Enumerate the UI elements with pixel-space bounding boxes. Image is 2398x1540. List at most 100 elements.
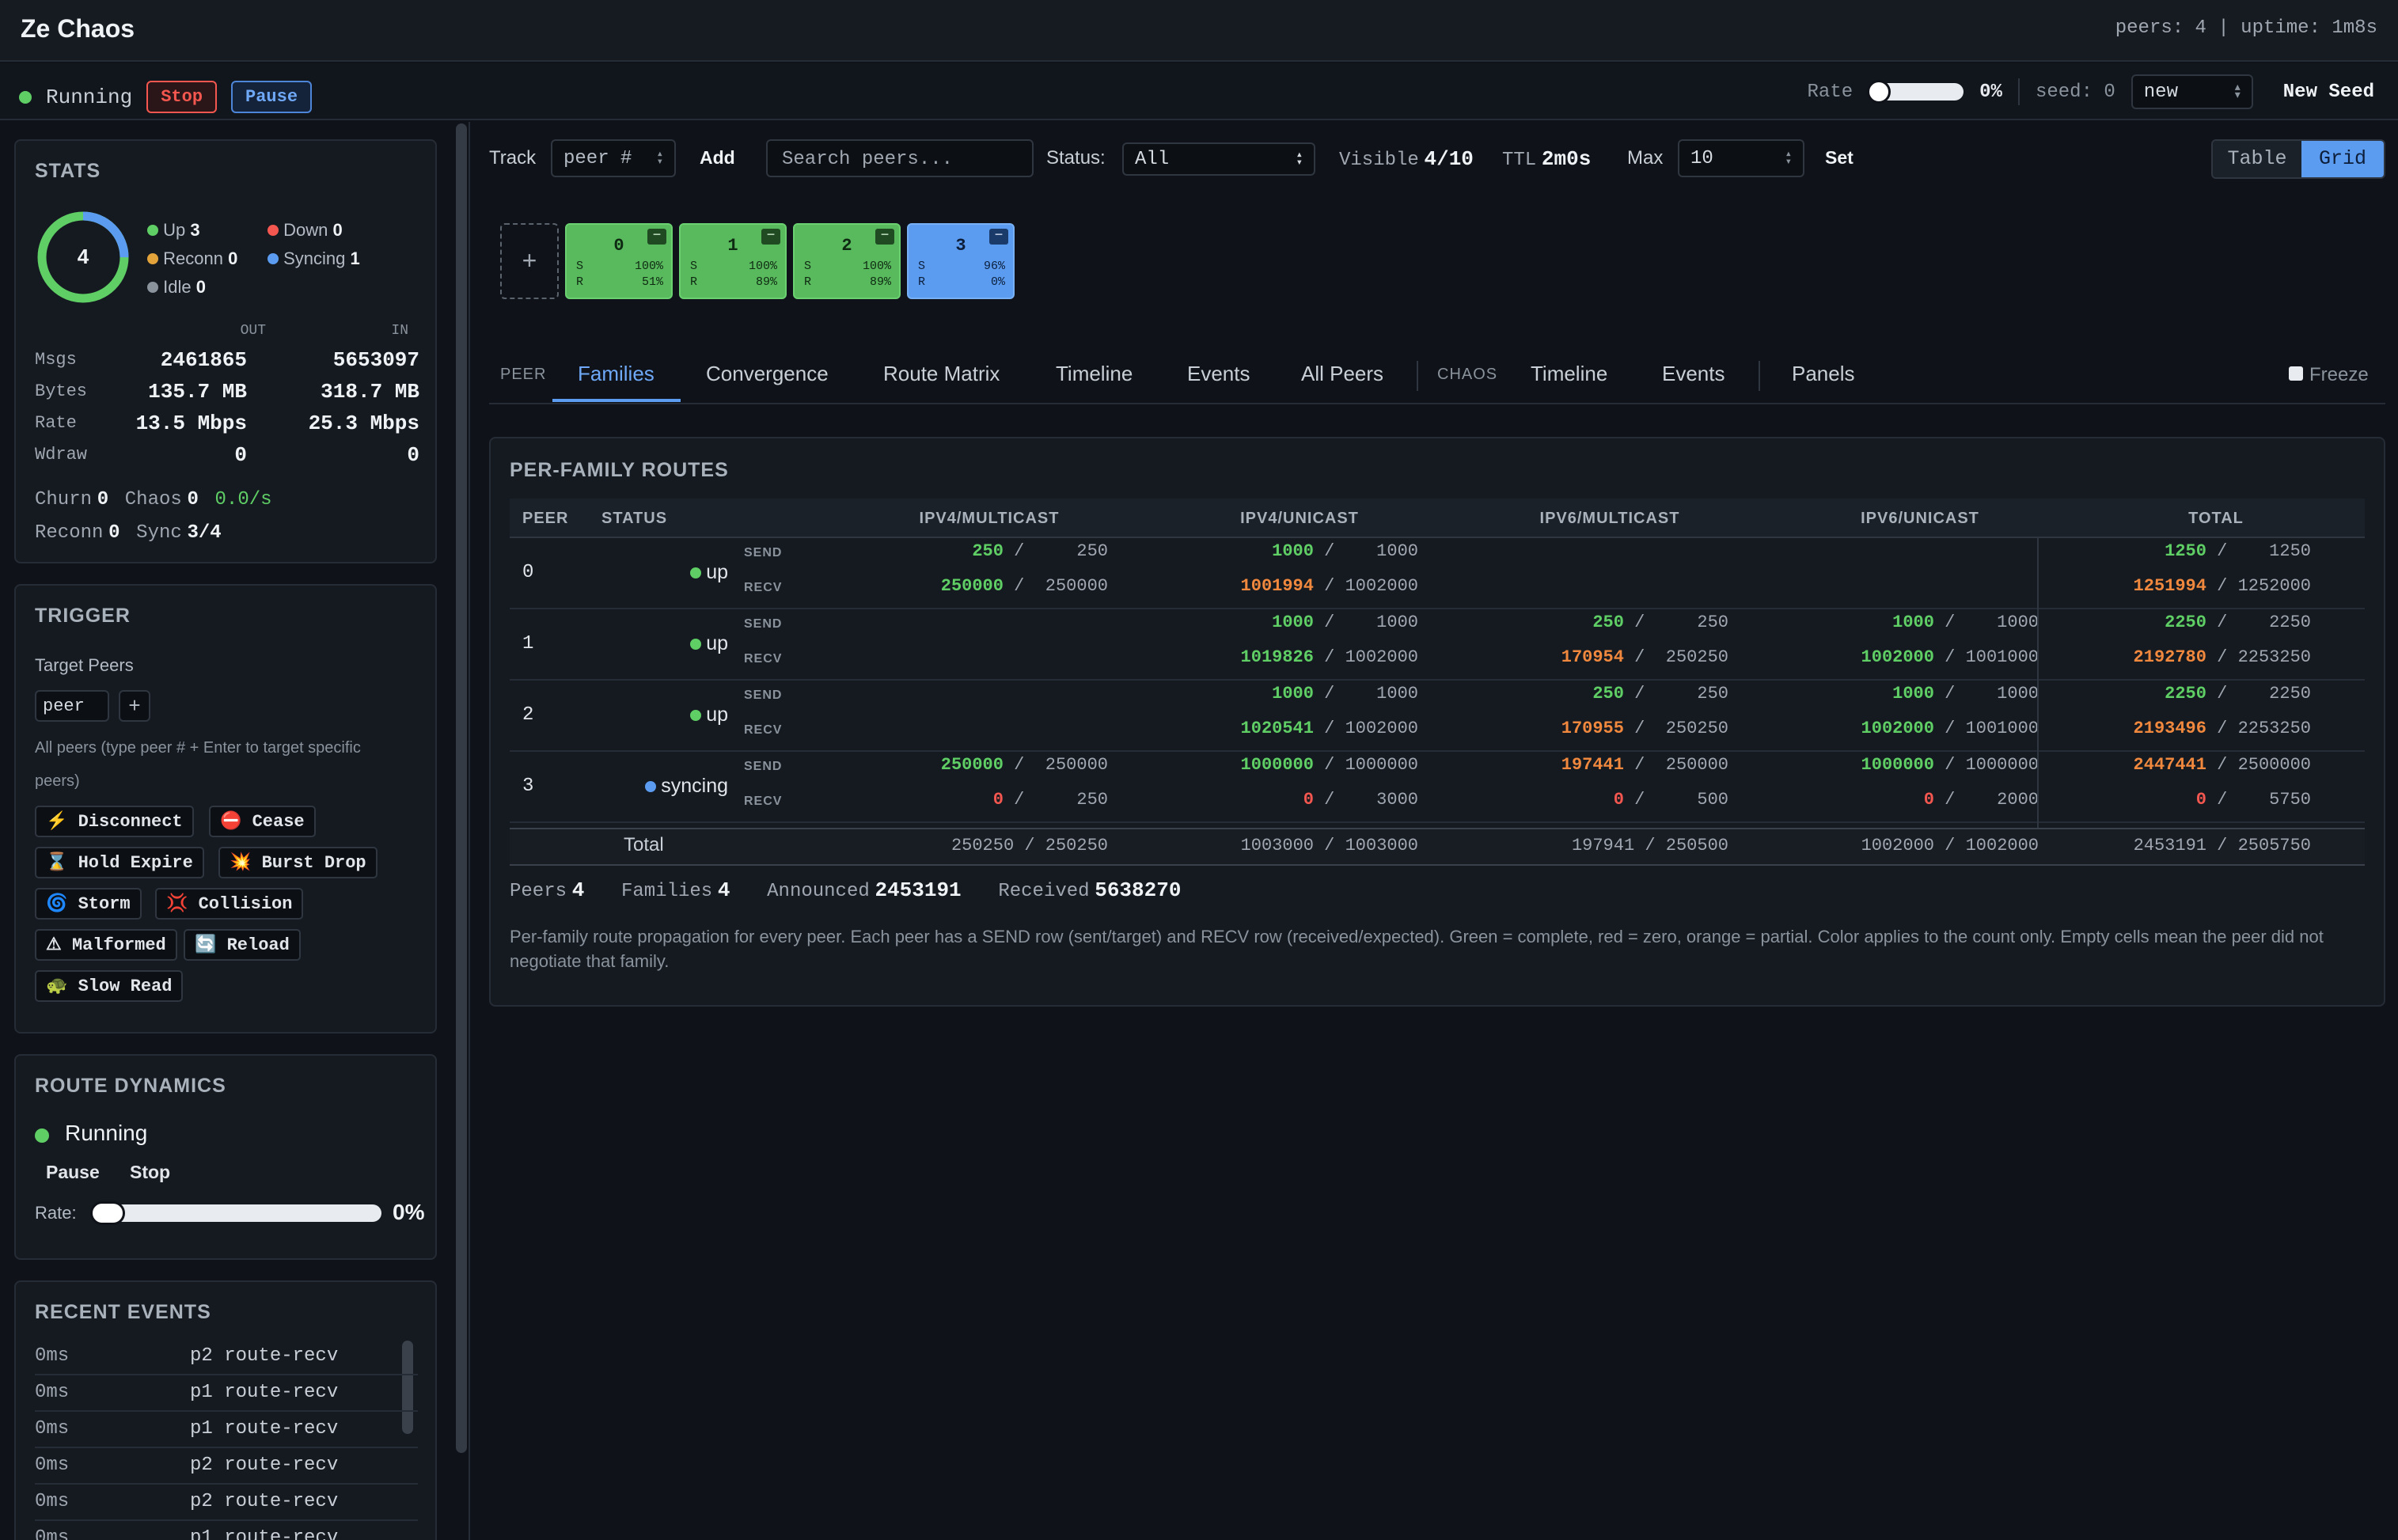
route-count: 2192780 bbox=[2133, 647, 2206, 667]
rate-slider[interactable] bbox=[1867, 80, 1964, 104]
track-peer-input[interactable]: peer # ▴ ▾ bbox=[551, 139, 676, 177]
peer-card[interactable]: 3 − S 96% R 0% bbox=[907, 223, 1015, 299]
col-header-peer: PEER bbox=[522, 510, 569, 527]
peers-uptime-readout: peers: 4 | uptime: 1m8s bbox=[2115, 17, 2377, 39]
route-separator: / bbox=[2206, 576, 2238, 596]
route-expected: 2000 bbox=[1965, 790, 2039, 810]
dynamics-stop-button[interactable]: Stop bbox=[130, 1162, 170, 1183]
set-max-button[interactable]: Set bbox=[1825, 147, 1854, 169]
cease-button[interactable]: ⛔ Cease bbox=[209, 806, 316, 837]
route-count-cell: 1250 / 1250 bbox=[2074, 541, 2311, 561]
tab-chaos-events[interactable]: Events bbox=[1662, 362, 1725, 386]
tab-chaos-timeline[interactable]: Timeline bbox=[1531, 362, 1607, 386]
event-time: 0ms bbox=[35, 1418, 70, 1439]
route-count: 1020541 bbox=[1240, 719, 1314, 738]
table-view-button[interactable]: Table bbox=[2213, 141, 2301, 177]
peer-card[interactable]: 1 − S 100% R 89% bbox=[679, 223, 787, 299]
status-dot bbox=[690, 710, 702, 721]
reload-button[interactable]: 🔄 Reload bbox=[184, 929, 301, 961]
new-seed-button[interactable]: New Seed bbox=[2283, 82, 2374, 103]
route-count-cell: 170955 / 250250 bbox=[1491, 719, 1728, 738]
event-time: 0ms bbox=[35, 1455, 70, 1476]
chaos-tab-group-label: CHAOS bbox=[1437, 366, 1498, 383]
sidebar-scrollbar[interactable] bbox=[456, 123, 467, 1453]
button-label: Hold Expire bbox=[78, 853, 193, 873]
peer-card[interactable]: 2 − S 100% R 89% bbox=[793, 223, 901, 299]
burst-drop-button[interactable]: 💥 Burst Drop bbox=[218, 847, 378, 878]
pause-button[interactable]: Pause bbox=[231, 81, 313, 113]
tab-families[interactable]: Families bbox=[578, 362, 655, 386]
route-separator: / bbox=[1313, 684, 1345, 704]
track-add-button[interactable]: Add bbox=[700, 147, 735, 169]
disconnect-button[interactable]: ⚡ Disconnect bbox=[35, 806, 194, 837]
tab-all-peers[interactable]: All Peers bbox=[1301, 362, 1383, 386]
tab-panels[interactable]: Panels bbox=[1792, 362, 1855, 386]
add-peer-card[interactable]: + bbox=[500, 223, 559, 299]
storm-button[interactable]: 🌀 Storm bbox=[35, 888, 142, 920]
route-peer-id: 0 bbox=[522, 562, 534, 583]
dynamics-rate-label: Rate: bbox=[35, 1203, 77, 1223]
route-count: 1000 bbox=[1272, 613, 1314, 632]
stats-title: STATS bbox=[35, 160, 101, 182]
col-header-ipv6-unicast: IPV6/UNICAST bbox=[1861, 510, 1979, 527]
status-dot bbox=[690, 567, 702, 578]
total-ipv4-unicast: 1003000 / 1003000 bbox=[1240, 836, 1418, 855]
stop-button[interactable]: Stop bbox=[146, 81, 218, 113]
per-family-routes-panel: PER-FAMILY ROUTES PEER STATUS IPV4/MULTI… bbox=[489, 437, 2385, 1007]
sync-label: Sync bbox=[136, 522, 182, 544]
event-time: 0ms bbox=[35, 1345, 70, 1367]
rate-slider-handle[interactable] bbox=[1867, 80, 1891, 104]
dynamics-rate-handle[interactable] bbox=[90, 1201, 125, 1225]
route-count-cell: 1000 / 1000 bbox=[1801, 684, 2039, 704]
send-label: S bbox=[576, 260, 584, 273]
malformed-button[interactable]: ⚠ Malformed bbox=[35, 929, 177, 961]
route-expected: 2253250 bbox=[2237, 647, 2311, 667]
legend-value: 0 bbox=[228, 248, 238, 268]
route-count: 2250 bbox=[2165, 613, 2206, 632]
target-peer-input[interactable]: peer bbox=[35, 690, 109, 722]
tab-route-matrix[interactable]: Route Matrix bbox=[883, 362, 1000, 386]
reconn-value: 0 bbox=[108, 522, 120, 544]
event-time: 0ms bbox=[35, 1527, 70, 1540]
event-text: p1 route-recv bbox=[190, 1418, 339, 1439]
route-separator: / bbox=[2206, 790, 2238, 810]
route-expected: 250000 bbox=[1034, 576, 1108, 596]
stats-in-value: 5653097 bbox=[332, 348, 419, 372]
summary-value: 2453191 bbox=[875, 878, 962, 902]
minimize-icon[interactable]: − bbox=[875, 229, 894, 245]
seed-mode-select[interactable]: new ▴ ▾ bbox=[2131, 74, 2253, 109]
minimize-icon[interactable]: − bbox=[647, 229, 666, 245]
hold-expire-button[interactable]: ⌛ Hold Expire bbox=[35, 847, 204, 878]
send-percent: 96% bbox=[983, 260, 1005, 273]
ttl-value: 2m0s bbox=[1541, 147, 1592, 171]
recv-row-label: RECV bbox=[744, 652, 783, 666]
tab-events[interactable]: Events bbox=[1187, 362, 1250, 386]
churn-chaos-line: Churn 0 Chaos 0 0.0/s bbox=[35, 487, 272, 510]
route-separator: / bbox=[2206, 684, 2238, 704]
event-row: 0ms p1 route-recv bbox=[35, 1412, 418, 1448]
route-expected: 250000 bbox=[1034, 755, 1108, 775]
dynamics-pause-button[interactable]: Pause bbox=[46, 1162, 100, 1183]
freeze-checkbox[interactable] bbox=[2289, 366, 2303, 381]
status-filter-select[interactable]: All ▴ ▾ bbox=[1122, 142, 1315, 176]
max-peers-input[interactable]: 10 ▴ ▾ bbox=[1678, 139, 1804, 177]
track-label: Track bbox=[489, 147, 537, 169]
dynamics-rate-slider[interactable] bbox=[90, 1201, 381, 1225]
stats-in-value: 0 bbox=[407, 443, 419, 467]
add-target-button[interactable]: + bbox=[119, 690, 150, 722]
route-count-cell: 1019826 / 1002000 bbox=[1181, 647, 1418, 667]
grid-view-button[interactable]: Grid bbox=[2301, 141, 2384, 177]
route-separator: / bbox=[1313, 541, 1345, 561]
route-expected: 1000 bbox=[1345, 613, 1418, 632]
peer-card[interactable]: 0 − S 100% R 51% bbox=[565, 223, 673, 299]
legend-dot-reconn bbox=[147, 253, 158, 264]
slow-read-button[interactable]: 🐢 Slow Read bbox=[35, 970, 184, 1002]
minimize-icon[interactable]: − bbox=[761, 229, 780, 245]
route-count: 1000 bbox=[1892, 613, 1934, 632]
minimize-icon[interactable]: − bbox=[989, 229, 1008, 245]
collision-button[interactable]: 💢 Collision bbox=[155, 888, 304, 920]
tab-convergence[interactable]: Convergence bbox=[706, 362, 829, 386]
tab-timeline[interactable]: Timeline bbox=[1056, 362, 1133, 386]
route-count: 250 bbox=[972, 541, 1004, 561]
search-peers-input[interactable]: Search peers... bbox=[766, 139, 1034, 177]
